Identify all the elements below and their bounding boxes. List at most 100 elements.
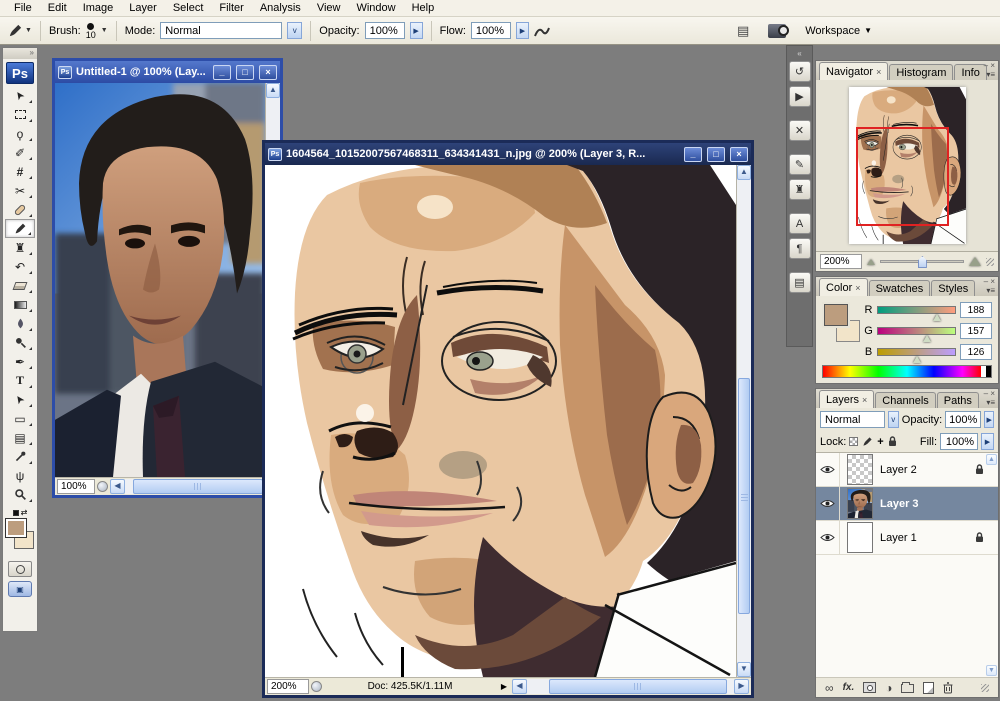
layer-name[interactable]: Layer 3 xyxy=(880,498,984,510)
win1-close-button[interactable]: × xyxy=(259,64,277,80)
panel-resize-grip[interactable] xyxy=(986,257,994,266)
new-group-icon[interactable] xyxy=(901,682,915,693)
visibility-cell[interactable] xyxy=(816,520,840,555)
layer-name[interactable]: Layer 2 xyxy=(880,464,975,476)
tool-blur[interactable] xyxy=(5,314,35,333)
win2-minimize-button[interactable]: _ xyxy=(684,146,702,162)
visibility-cell[interactable] xyxy=(816,486,840,521)
panel-menu-icon[interactable]: ▾≡ xyxy=(986,399,995,407)
tool-eyedropper[interactable] xyxy=(5,447,35,466)
flow-input[interactable]: 100% xyxy=(470,22,511,39)
win1-maximize-button[interactable]: □ xyxy=(236,64,254,80)
panel-corner-controls[interactable]: ‒ × xyxy=(984,277,995,286)
scrollbar-thumb[interactable] xyxy=(549,679,727,694)
new-layer-icon[interactable] xyxy=(923,681,935,694)
menu-file[interactable]: File xyxy=(6,1,40,15)
win1-horizontal-scrollbar[interactable]: ◀ ▶ xyxy=(110,479,278,494)
win1-zoom-field[interactable]: 100% xyxy=(57,479,95,494)
tool-rectangle-shape[interactable]: ▭ xyxy=(5,409,35,428)
tool-quick-selection[interactable]: ✐ xyxy=(5,143,35,162)
lock-pixels-icon[interactable] xyxy=(862,436,873,447)
tool-history-brush[interactable]: ↶ xyxy=(5,257,35,276)
scrollbar-thumb[interactable] xyxy=(738,378,750,614)
layer1-thumbnail[interactable] xyxy=(847,522,873,553)
green-slider-thumb[interactable] xyxy=(922,335,931,342)
menu-image[interactable]: Image xyxy=(75,1,122,15)
tool-hand[interactable]: ψ xyxy=(5,466,35,485)
character-panel-icon[interactable]: A xyxy=(788,213,811,234)
version-cue-icon[interactable] xyxy=(311,681,322,692)
scrollbar-thumb[interactable] xyxy=(133,479,263,494)
tool-move[interactable]: ➤ xyxy=(5,86,35,105)
menu-analysis[interactable]: Analysis xyxy=(252,1,309,15)
win2-close-button[interactable]: × xyxy=(730,146,748,162)
opacity-spinner[interactable]: ▶ xyxy=(409,22,423,39)
lock-position-icon[interactable]: + xyxy=(877,436,883,448)
win2-vertical-scrollbar[interactable]: ▲ ▼ xyxy=(736,165,751,677)
visibility-cell[interactable] xyxy=(816,453,840,487)
menu-window[interactable]: Window xyxy=(348,1,403,15)
airbrush-toggle-icon[interactable] xyxy=(534,24,550,38)
tab-histogram[interactable]: Histogram xyxy=(889,64,954,80)
color-spectrum-ramp[interactable] xyxy=(822,365,992,378)
tab-info[interactable]: Info xyxy=(954,64,987,80)
bridge-icon[interactable] xyxy=(768,23,790,38)
link-layers-icon[interactable]: ∞ xyxy=(825,681,834,695)
win1-minimize-button[interactable]: _ xyxy=(213,64,231,80)
tool-gradient[interactable] xyxy=(5,295,35,314)
scroll-up-icon[interactable]: ▲ xyxy=(266,83,280,98)
green-slider[interactable] xyxy=(877,327,956,342)
scroll-right-icon[interactable]: ▶ xyxy=(734,679,749,694)
opacity-spinner[interactable]: ▶ xyxy=(984,411,994,428)
current-tool-icon[interactable]: ▼ xyxy=(8,23,32,38)
layer2-thumbnail[interactable] xyxy=(847,454,873,485)
tool-brush[interactable] xyxy=(5,219,35,238)
layer-row-layer2[interactable]: Layer 2 xyxy=(816,453,998,487)
win1-title-bar[interactable]: Ps Untitled-1 @ 100% (Lay... _ □ × xyxy=(55,61,280,83)
brushes-panel-icon[interactable]: ✎ xyxy=(788,154,811,175)
layer-row-layer3[interactable]: Layer 3 xyxy=(816,486,998,521)
tab-swatches[interactable]: Swatches xyxy=(868,280,931,296)
menu-view[interactable]: View xyxy=(309,1,349,15)
opacity-input[interactable]: 100% xyxy=(364,22,405,39)
blue-slider-thumb[interactable] xyxy=(913,356,922,363)
toolbox-collapse-grip[interactable]: » xyxy=(3,48,37,59)
layer-fill-field[interactable]: 100% xyxy=(940,433,978,450)
tab-channels[interactable]: Channels xyxy=(875,392,936,408)
foreground-color-swatch[interactable] xyxy=(822,302,850,328)
add-mask-icon[interactable] xyxy=(863,682,877,693)
scroll-left-icon[interactable]: ◀ xyxy=(110,479,125,494)
zoom-out-icon[interactable] xyxy=(867,258,875,265)
blend-mode-select[interactable]: Normal xyxy=(820,411,885,428)
tool-notes[interactable]: ▤ xyxy=(5,428,35,447)
win2-zoom-field[interactable]: 200% xyxy=(267,679,309,694)
history-panel-icon[interactable]: ↺ xyxy=(788,61,811,82)
blue-slider[interactable] xyxy=(877,348,956,363)
layer-name[interactable]: Layer 1 xyxy=(880,532,975,544)
fill-spinner[interactable]: ▶ xyxy=(981,433,994,450)
tool-eraser[interactable] xyxy=(5,276,35,295)
version-cue-icon[interactable] xyxy=(97,481,108,492)
tab-layers[interactable]: Layers × xyxy=(819,390,875,408)
tab-color[interactable]: Color × xyxy=(819,278,868,296)
brush-picker-arrow-icon[interactable]: ▼ xyxy=(101,27,108,34)
workspace-menu[interactable]: Workspace ▼ xyxy=(805,25,872,37)
tool-rectangular-marquee[interactable] xyxy=(5,105,35,124)
red-value-field[interactable]: 188 xyxy=(960,302,992,318)
layer-style-icon[interactable]: fx. xyxy=(843,682,855,693)
scroll-up-icon[interactable]: ▲ xyxy=(986,454,997,465)
tab-styles[interactable]: Styles xyxy=(931,280,976,296)
tool-pen[interactable]: ✒ xyxy=(5,352,35,371)
panel-menu-icon[interactable]: ▾≡ xyxy=(986,71,995,79)
win2-horizontal-scrollbar[interactable]: ◀ ▶ xyxy=(512,679,749,694)
layers-scroll-rail[interactable]: ▲ ▼ xyxy=(985,453,998,677)
default-colors-icon[interactable] xyxy=(12,509,19,516)
tab-navigator[interactable]: Navigator × xyxy=(819,62,889,80)
blue-value-field[interactable]: 126 xyxy=(960,344,992,360)
navigator-zoom-field[interactable]: 200% xyxy=(820,254,862,269)
navigator-thumbnail[interactable] xyxy=(849,87,966,244)
menu-layer[interactable]: Layer xyxy=(121,1,165,15)
brush-preset-picker[interactable]: 10 xyxy=(86,22,96,39)
foreground-color-swatch[interactable] xyxy=(5,518,27,538)
red-slider[interactable] xyxy=(877,306,956,321)
